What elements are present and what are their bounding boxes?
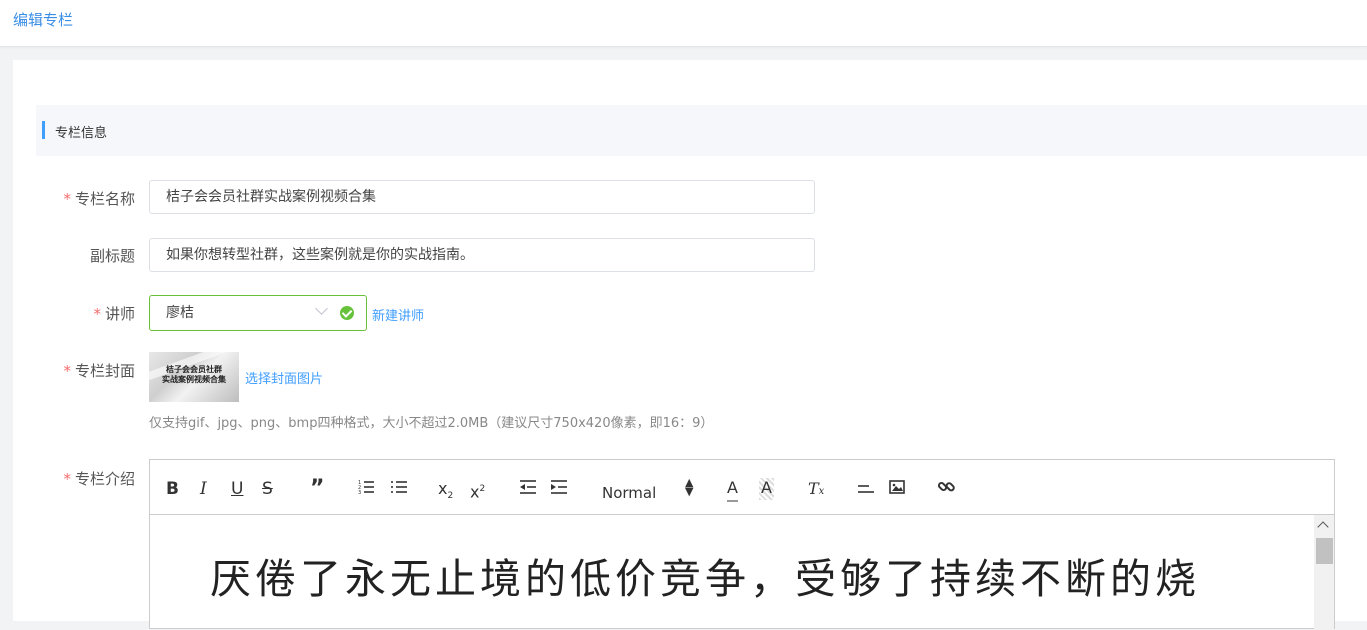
subscript-icon[interactable]: x2 <box>438 478 453 501</box>
cover-image-text: 桔子会会员社群 实战案例视频合集 <box>162 365 226 384</box>
align-icon[interactable] <box>857 478 875 500</box>
ordered-list-icon[interactable]: 123 <box>357 478 375 500</box>
cover-image[interactable]: 桔子会会员社群 实战案例视频合集 <box>149 352 239 402</box>
editor-content[interactable]: 厌倦了永无止境的低价竞争，受够了持续不断的烧 <box>150 515 1314 630</box>
select-cover-link[interactable]: 选择封面图片 <box>245 368 323 387</box>
superscript-icon[interactable]: x2 <box>470 478 485 501</box>
name-label: * 专栏名称 <box>63 190 135 208</box>
page-title[interactable]: 编辑专栏 <box>13 9 73 30</box>
clear-format-icon[interactable]: Tx <box>808 478 824 500</box>
editor-scrollbar[interactable] <box>1314 515 1334 630</box>
bullet-list-icon[interactable] <box>390 478 408 500</box>
lecturer-label: * 讲师 <box>93 305 135 323</box>
outdent-icon[interactable] <box>519 478 537 500</box>
underline-button[interactable]: U <box>231 478 243 500</box>
bold-button[interactable]: B <box>166 478 179 500</box>
check-circle-icon <box>340 306 354 320</box>
scrollbar-thumb[interactable] <box>1316 538 1333 564</box>
select-arrows-icon[interactable]: ▲ ▼ <box>685 477 693 500</box>
section-title: 专栏信息 <box>55 126 108 141</box>
svg-text:3: 3 <box>358 490 361 496</box>
editor-toolbar: B I U S ” 123 x2 x2 Normal ▲ ▼ A A Tx <box>150 460 1334 515</box>
cover-hint: 仅支持gif、jpg、png、bmp四种格式，大小不超过2.0MB（建议尺寸75… <box>149 416 714 431</box>
scroll-up-icon[interactable] <box>1317 521 1329 533</box>
cover-label: * 专栏封面 <box>63 362 135 380</box>
subtitle-input[interactable]: 如果你想转型社群，这些案例就是你的实战指南。 <box>149 238 815 272</box>
italic-button[interactable]: I <box>200 478 207 500</box>
required-mark: * <box>93 305 101 323</box>
required-mark: * <box>63 362 71 380</box>
image-icon[interactable] <box>888 478 906 500</box>
rich-text-editor[interactable]: B I U S ” 123 x2 x2 Normal ▲ ▼ A A Tx 厌倦… <box>149 459 1335 630</box>
format-select[interactable]: Normal <box>602 482 656 504</box>
top-bar: 编辑专栏 <box>0 0 1367 47</box>
name-input[interactable]: 桔子会会员社群实战案例视频合集 <box>149 180 815 214</box>
blockquote-icon[interactable]: ” <box>310 478 324 500</box>
lecturer-select[interactable]: 廖桔 <box>149 295 367 331</box>
indent-icon[interactable] <box>550 478 568 500</box>
section-header: 专栏信息 <box>36 105 1367 156</box>
required-mark: * <box>63 190 71 208</box>
section-accent-bar <box>42 121 45 139</box>
new-lecturer-link[interactable]: 新建讲师 <box>372 305 424 324</box>
font-color-icon[interactable]: A <box>727 478 738 502</box>
intro-label: * 专栏介绍 <box>63 470 135 488</box>
strike-button[interactable]: S <box>262 478 273 500</box>
background-color-icon[interactable]: A <box>759 478 774 500</box>
subtitle-label: 副标题 <box>89 247 135 265</box>
form-panel: 专栏信息 * 专栏名称 桔子会会员社群实战案例视频合集 副标题 如果你想转型社群，… <box>13 60 1367 630</box>
lecturer-selected-value: 廖桔 <box>166 305 194 321</box>
editor-text: 厌倦了永无止境的低价竞争，受够了持续不断的烧 <box>210 555 1200 603</box>
required-mark: * <box>63 470 71 488</box>
chevron-down-icon <box>315 302 328 315</box>
link-icon[interactable] <box>937 478 955 500</box>
